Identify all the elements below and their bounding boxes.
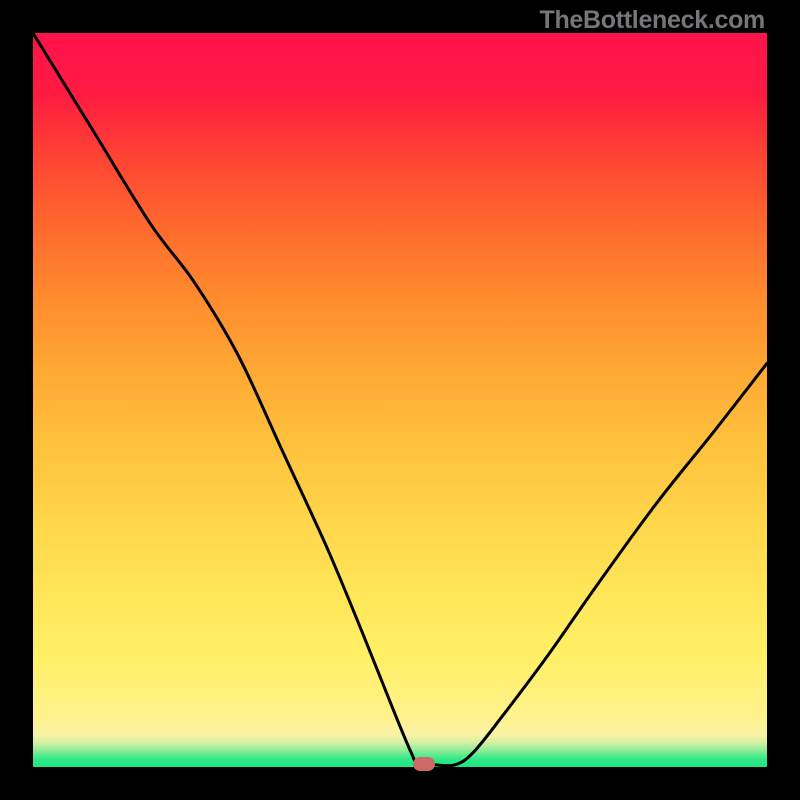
- chart-frame: TheBottleneck.com: [0, 0, 800, 800]
- bottleneck-curve: [33, 33, 767, 767]
- plot-area: [33, 33, 767, 767]
- optimal-point-marker: [413, 757, 435, 771]
- attribution-text: TheBottleneck.com: [539, 6, 765, 35]
